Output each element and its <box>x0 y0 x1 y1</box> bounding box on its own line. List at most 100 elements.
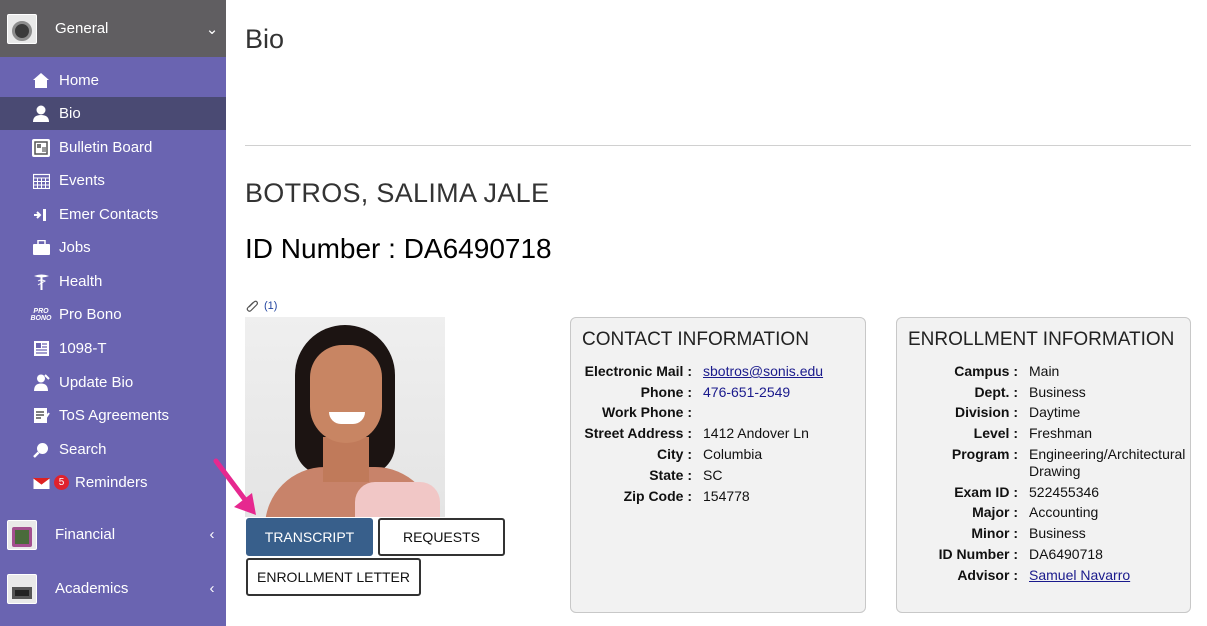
chevron-left-icon: ‹ <box>209 526 215 543</box>
requests-button[interactable]: REQUESTS <box>378 518 505 556</box>
sidebar-item-events[interactable]: Events <box>0 164 226 197</box>
contact-row-state: State : SC <box>571 467 722 488</box>
sidebar-section-label: Financial <box>55 526 116 543</box>
contact-row-zip: Zip Code : 154778 <box>571 488 750 509</box>
briefcase-icon <box>32 239 50 257</box>
phone-link[interactable]: 476-651-2549 <box>692 384 790 405</box>
academics-section-icon <box>7 573 37 604</box>
sidebar-item-pro-bono[interactable]: PRO BONO Pro Bono <box>0 298 226 331</box>
chevron-down-icon: ⌄ <box>205 20 219 38</box>
field-label: Campus : <box>954 363 1018 379</box>
sidebar-item-label: Reminders <box>75 474 148 491</box>
sidebar-item-1098-t[interactable]: 1098-T <box>0 332 226 365</box>
contact-row-email: Electronic Mail : sbotros@sonis.edu <box>571 363 823 384</box>
id-number-heading: ID Number : DA6490718 <box>245 233 552 264</box>
enrollment-letter-button[interactable]: ENROLLMENT LETTER <box>246 558 421 596</box>
sidebar-item-label: Bulletin Board <box>59 139 153 156</box>
field-value: Business <box>1029 384 1086 400</box>
sidebar-item-bio[interactable]: Bio <box>0 97 226 130</box>
field-value: Columbia <box>703 446 763 462</box>
field-label: Advisor : <box>957 567 1018 583</box>
field-label: Zip Code : <box>623 488 692 504</box>
enrollment-row-campus: Campus : Main <box>897 363 1059 384</box>
field-value: Business <box>1029 525 1086 541</box>
sidebar-item-label: Health <box>59 273 103 290</box>
sidebar-item-reminders[interactable]: 5 Reminders <box>0 466 226 499</box>
reminder-count-badge: 5 <box>54 475 69 490</box>
sidebar-item-emer-contacts[interactable]: Emer Contacts <box>0 198 226 231</box>
sidebar-item-label: Home <box>59 72 100 89</box>
field-value: DA6490718 <box>1029 546 1103 562</box>
sidebar-section-label: Academics <box>55 580 129 597</box>
field-value: Engineering/Architectural Drawing <box>1029 446 1186 479</box>
reminder-icon <box>32 474 50 492</box>
sidebar-item-jobs[interactable]: Jobs <box>0 231 226 264</box>
sidebar-item-home[interactable]: Home <box>0 64 226 97</box>
sidebar-item-label: Events <box>59 172 105 189</box>
enrollment-row-advisor: Advisor : Samuel Navarro <box>897 567 1130 588</box>
sidebar-item-update-bio[interactable]: Update Bio <box>0 366 226 399</box>
field-label: Electronic Mail : <box>584 363 692 379</box>
sidebar-section-general[interactable]: General ⌄ <box>0 0 226 57</box>
field-value: SC <box>703 467 723 483</box>
enrollment-information-card: ENROLLMENT INFORMATION Campus : Main Dep… <box>896 317 1191 613</box>
field-label: Work Phone : <box>602 404 692 420</box>
sidebar-item-label: Emer Contacts <box>59 206 159 223</box>
field-value: 1412 Andover Ln <box>703 425 809 441</box>
enrollment-row-exam-id: Exam ID : 522455346 <box>897 484 1099 505</box>
sidebar-item-health[interactable]: Health <box>0 265 226 298</box>
pro-bono-icon-text: BONO <box>30 314 52 322</box>
student-photo <box>245 317 445 517</box>
enrollment-row-id-number: ID Number : DA6490718 <box>897 546 1103 567</box>
search-icon <box>32 441 50 459</box>
sidebar-item-label: Bio <box>59 105 81 122</box>
sidebar-item-label: Search <box>59 441 107 458</box>
enrollment-row-minor: Minor : Business <box>897 525 1086 546</box>
update-bio-icon <box>32 374 50 392</box>
sidebar-section-academics[interactable]: Academics ‹ <box>0 560 226 617</box>
attachment-link[interactable]: (1) <box>246 300 277 312</box>
enrollment-row-level: Level : Freshman <box>897 425 1092 446</box>
sidebar-section-financial[interactable]: Financial ‹ <box>0 506 226 563</box>
advisor-link[interactable]: Samuel Navarro <box>1029 567 1130 583</box>
card-title: CONTACT INFORMATION <box>582 329 809 350</box>
contact-row-city: City : Columbia <box>571 446 762 467</box>
field-label: Division : <box>954 404 1018 420</box>
sidebar-item-label: Pro Bono <box>59 306 122 323</box>
field-label: Exam ID : <box>954 484 1018 500</box>
annotation-arrow-icon <box>213 458 256 515</box>
contact-row-street: Street Address : 1412 Andover Ln <box>571 425 809 446</box>
field-value: Freshman <box>1029 425 1093 441</box>
sidebar: General ⌄ Home Bio Bulletin Board Events… <box>0 0 226 626</box>
sidebar-item-bulletin-board[interactable]: Bulletin Board <box>0 131 226 164</box>
bulletin-board-icon <box>32 138 50 157</box>
contact-row-work-phone: Work Phone : <box>571 404 703 425</box>
pro-bono-icon-text: PRO <box>33 307 49 315</box>
emergency-contact-icon <box>32 206 50 224</box>
main-content: Bio BOTROS, SALIMA JALE ID Number : DA64… <box>213 0 1207 626</box>
sidebar-item-label: Jobs <box>59 239 91 256</box>
field-value: Daytime <box>1029 404 1081 420</box>
chevron-left-icon: ‹ <box>209 580 215 597</box>
person-icon <box>32 105 50 123</box>
sidebar-item-search[interactable]: Search <box>0 433 226 466</box>
financial-section-icon <box>7 519 37 550</box>
enrollment-row-major: Major : Accounting <box>897 504 1098 525</box>
general-section-icon <box>7 13 37 44</box>
contact-information-card: CONTACT INFORMATION Electronic Mail : sb… <box>570 317 866 613</box>
sidebar-item-label: ToS Agreements <box>59 407 170 424</box>
field-value: Accounting <box>1029 504 1099 520</box>
sidebar-item-tos-agreements[interactable]: ToS Agreements <box>0 399 226 432</box>
field-value: 522455346 <box>1029 484 1100 500</box>
card-title: ENROLLMENT INFORMATION <box>908 329 1175 350</box>
page-title: Bio <box>245 24 285 54</box>
field-label: State : <box>649 467 692 483</box>
field-label: Minor : <box>971 525 1018 541</box>
enrollment-row-dept: Dept. : Business <box>897 384 1086 405</box>
divider <box>245 145 1191 146</box>
field-label: Major : <box>972 504 1018 520</box>
sidebar-item-label: 1098-T <box>59 340 107 357</box>
email-link[interactable]: sbotros@sonis.edu <box>703 363 823 379</box>
field-label: Dept. : <box>974 384 1018 400</box>
field-label: City : <box>657 446 692 462</box>
